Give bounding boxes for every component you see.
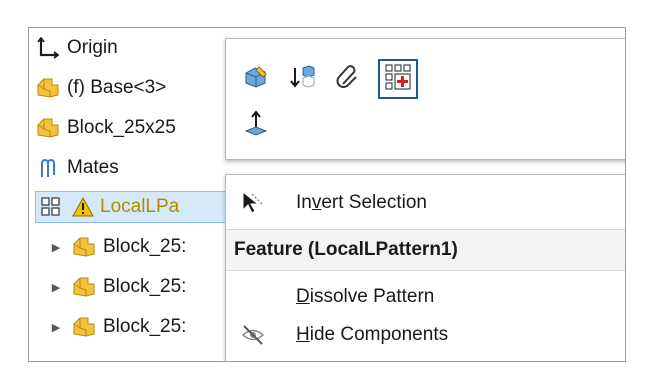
tree-item-label: Block_25: [103,316,187,337]
origin-direction-icon [243,109,269,141]
menu-item-label: Hide Components [296,324,448,346]
tree-item-label: Mates [67,157,119,178]
tree-item-base[interactable]: (f) Base<3> [35,72,166,104]
tree-item-label: LocalLPa [100,196,180,217]
mates-icon [35,156,61,180]
menu-item-invert-selection[interactable]: Invert Selection [226,185,625,221]
edit-pattern-button[interactable] [378,59,418,99]
expand-arrow-icon[interactable]: ▶ [49,241,63,254]
pattern-icon [38,195,64,219]
menu-item-label: Invert Selection [296,192,427,214]
expand-arrow-icon[interactable]: ▶ [49,281,63,294]
origin-icon [35,36,61,60]
part-icon [71,275,97,299]
tree-item-block-1[interactable]: ▶ Block_25: [49,231,187,263]
warning-icon [70,195,96,219]
menu-item-label: Dissolve Pattern [296,286,434,308]
tree-item-mates[interactable]: Mates [35,152,119,184]
tree-item-label: Origin [67,37,118,58]
origin-direction-button[interactable] [238,107,274,143]
edit-part-icon [243,64,269,95]
menu-section-header: Feature (LocalLPattern1) [226,229,625,271]
label-part: issolve Pattern [309,286,435,307]
tree-item-block-3[interactable]: ▶ Block_25: [49,311,187,343]
tree-item-block[interactable]: Block_25x25 [35,112,176,144]
label-part: In [296,192,312,213]
context-toolbar [225,38,625,160]
insert-component-button[interactable] [284,61,320,97]
mnemonic: H [296,324,310,345]
context-menu: Invert Selection Feature (LocalLPattern1… [225,174,625,361]
menu-header-label: Feature (LocalLPattern1) [234,239,458,260]
tree-item-label: Block_25: [103,236,187,257]
part-icon [71,235,97,259]
label-part: ert Selection [321,192,427,213]
menu-item-dissolve-pattern[interactable]: Dissolve Pattern [226,279,625,315]
part-icon [35,116,61,140]
expand-arrow-icon[interactable]: ▶ [49,321,63,334]
tree-item-label: Block_25: [103,276,187,297]
part-icon [35,76,61,100]
attach-button[interactable] [330,61,366,97]
edit-part-button[interactable] [238,61,274,97]
mnemonic: v [311,192,322,213]
tree-item-label: Block_25x25 [67,117,176,138]
attach-icon [335,64,361,95]
label-part: ide Components [309,324,449,345]
mnemonic: D [296,286,310,307]
cursor-selection-icon [240,190,266,216]
tree-item-label: (f) Base<3> [67,77,167,98]
tree-item-origin[interactable]: Origin [35,32,118,64]
part-icon [71,315,97,339]
menu-item-hide-components[interactable]: Hide Components [226,317,625,353]
tree-item-block-2[interactable]: ▶ Block_25: [49,271,187,303]
edit-pattern-icon [384,63,412,96]
hide-eye-icon [240,322,266,348]
assembly-window: Origin (f) Base<3> Block_25x25 Mates Loc… [28,27,626,362]
insert-component-icon [289,64,315,95]
